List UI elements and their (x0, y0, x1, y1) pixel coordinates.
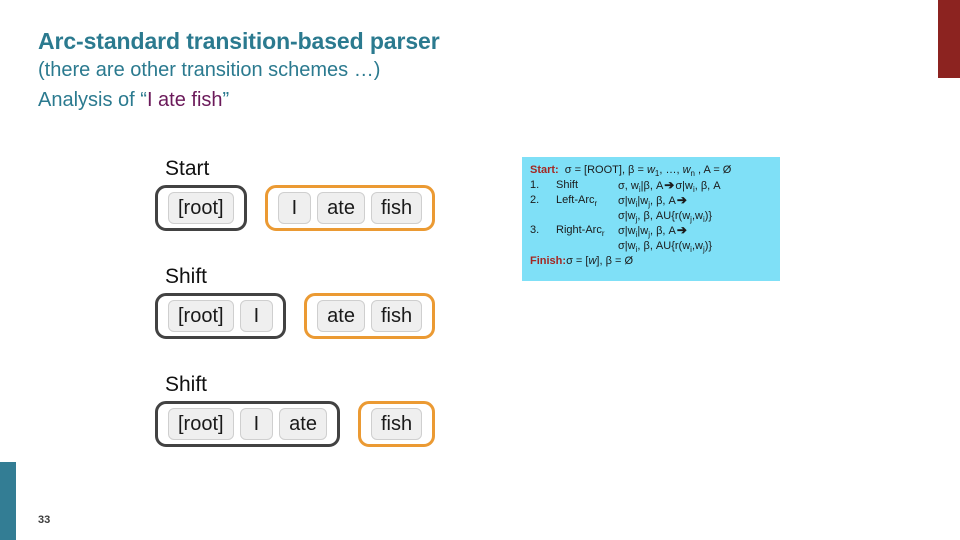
analysis-suffix: ” (222, 88, 230, 111)
algo-step-right-arc: 3. Right-Arcr σ|wi|wj, β, A➔ (530, 223, 780, 239)
page-number: 33 (38, 514, 51, 526)
buffer-box[interactable]: ate fish (304, 293, 436, 339)
buffer-box[interactable]: I ate fish (264, 185, 436, 231)
algo-step-right-arc-continued: σ|wi, β, AU{r(wi,wj)} (530, 239, 780, 254)
algo-step-left-arc-continued: σ|wj, β, AU{r(wj,wi)} (530, 209, 780, 224)
analysis-line: Analysis of “I ate fish” (38, 85, 638, 116)
step-body: σ, wi|β, A➔σ|wi, β, A (618, 177, 721, 194)
buffer-chip[interactable]: ate (317, 192, 365, 224)
algo-start-line: Start: σ = [ROOT], β = w1, …, wn , A = Ø (530, 163, 780, 178)
algo-finish-line: Finish: σ = [w], β = Ø (530, 254, 780, 269)
buffer-chip[interactable]: I (277, 192, 312, 224)
row-boxes: [root] I ate fish (155, 185, 436, 231)
algo-step-left-arc: 2. Left-Arcr σ|wi|wj, β, A➔ (530, 193, 780, 209)
step-body-continued: σ|wi, β, AU{r(wi,wj)} (618, 239, 713, 255)
stack-chip[interactable]: ate (279, 408, 327, 440)
stack-chip[interactable]: I (239, 408, 274, 440)
algo-step-shift: 1. Shift σ, wi|β, A➔σ|wi, β, A (530, 178, 780, 194)
buffer-chip[interactable]: fish (370, 192, 423, 224)
step-body: σ|wi|wj, β, A➔ (618, 223, 687, 240)
buffer-box[interactable]: fish (357, 401, 436, 447)
analysis-prefix: Analysis of “ (38, 88, 147, 111)
stack-chip[interactable]: [root] (168, 300, 234, 332)
row-label: Shift (165, 265, 208, 288)
row-label: Start (165, 157, 210, 180)
buffer-chip[interactable]: fish (370, 300, 423, 332)
stack-box[interactable]: [root] I ate (155, 401, 340, 447)
accent-bar-top-right (938, 0, 960, 78)
buffer-chip[interactable]: ate (317, 300, 365, 332)
analysis-phrase: I ate fish (146, 88, 223, 111)
step-operation: Right-Arcr (556, 224, 605, 239)
page-subtitle: (there are other transition schemes …) (38, 58, 381, 81)
start-label: Start: (530, 164, 559, 176)
parser-row: Shift [root] I ate fish (155, 265, 436, 339)
step-operation: Left-Arcr (556, 194, 598, 209)
stack-box[interactable]: [root] (155, 185, 247, 231)
step-number: 3. (530, 224, 540, 237)
title-block: Arc-standard transition-based parser (th… (38, 28, 638, 116)
stack-box[interactable]: [root] I (155, 293, 287, 339)
finish-label: Finish: (530, 254, 567, 267)
accent-bar-bottom-left (0, 462, 16, 540)
step-number: 1. (530, 178, 540, 191)
arrow-icon: ➔ (664, 177, 675, 192)
step-body: σ|wi|wj, β, A➔ (618, 193, 687, 210)
row-label: Shift (165, 373, 208, 396)
stack-chip[interactable]: [root] (168, 408, 234, 440)
stack-chip[interactable]: I (239, 300, 274, 332)
parser-row: Shift [root] I ate fish (155, 373, 436, 447)
parser-row: Start [root] I ate fish (155, 157, 436, 231)
stack-chip[interactable]: [root] (168, 192, 234, 224)
row-boxes: [root] I ate fish (155, 293, 436, 339)
step-body-continued: σ|wj, β, AU{r(wj,wi)} (618, 209, 713, 224)
transition-system-panel: Start: σ = [ROOT], β = w1, …, wn , A = Ø… (522, 157, 780, 281)
row-boxes: [root] I ate fish (155, 401, 436, 447)
step-number: 2. (530, 194, 540, 207)
arrow-icon: ➔ (676, 223, 687, 238)
finish-body: σ = [w], β = Ø (566, 254, 633, 267)
start-body: σ = [ROOT], β = w1, …, wn , A = Ø (564, 164, 732, 179)
step-operation: Shift (556, 178, 579, 191)
arrow-icon: ➔ (676, 193, 687, 208)
buffer-chip[interactable]: fish (370, 408, 423, 440)
page-title: Arc-standard transition-based parser (38, 28, 440, 54)
